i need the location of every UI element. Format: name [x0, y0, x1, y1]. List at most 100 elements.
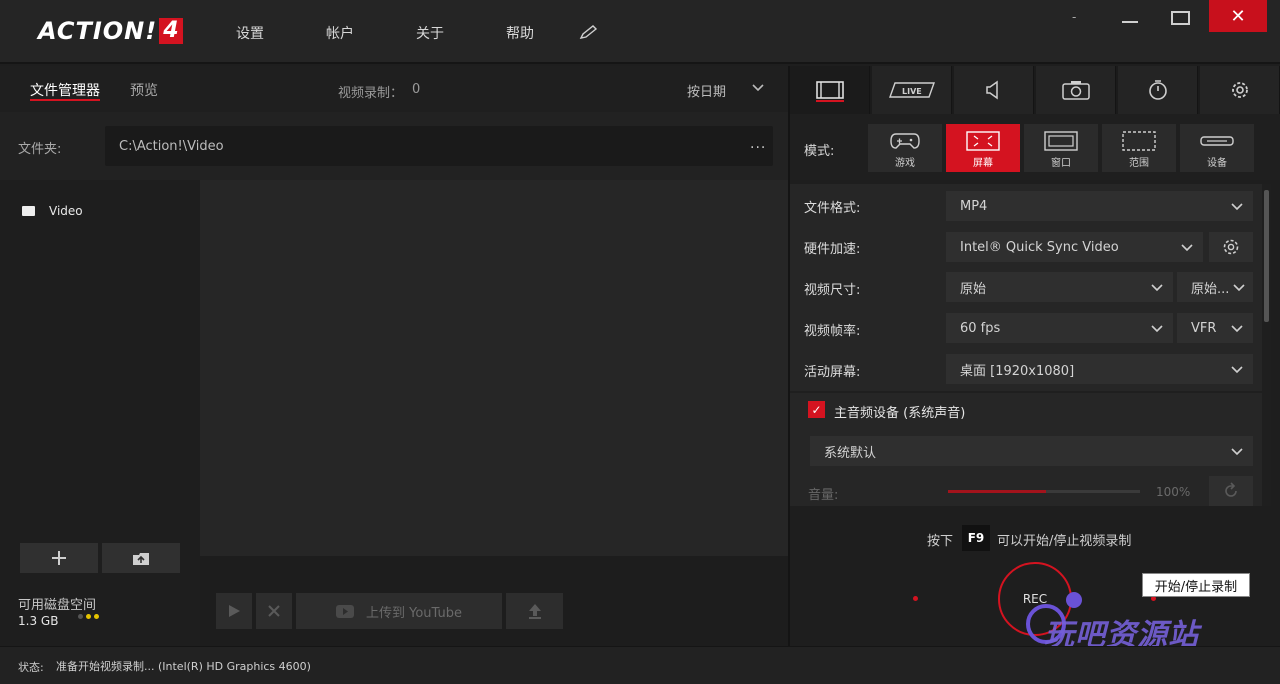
svg-text:LIVE: LIVE — [902, 87, 922, 96]
chevron-down-icon — [1181, 244, 1193, 252]
folder-path: C:\Action!\Video — [119, 139, 224, 154]
plus-icon — [52, 551, 66, 565]
scrollbar-thumb[interactable] — [1264, 190, 1269, 322]
audio-device-label: 主音频设备 (系统声音) — [834, 406, 966, 421]
mode-screen-button[interactable]: 屏幕 — [946, 124, 1020, 172]
region-icon — [1122, 131, 1156, 151]
open-folder-icon — [133, 553, 149, 565]
gear-icon — [1223, 239, 1239, 255]
title-bar — [0, 0, 1280, 64]
add-folder-button[interactable] — [20, 543, 98, 573]
mode-game-label: 游戏 — [895, 158, 915, 169]
file-list — [200, 180, 788, 556]
active-screen-label: 活动屏幕: — [804, 365, 861, 380]
upload-youtube-button[interactable]: 上传到 YouTube — [296, 593, 502, 629]
video-size-label: 视频尺寸: — [804, 283, 861, 298]
video-size-select[interactable]: 原始 — [946, 272, 1173, 302]
tab-screenshot[interactable] — [1036, 66, 1116, 114]
disk-dot — [86, 614, 91, 619]
gear-icon — [1231, 82, 1248, 98]
video-size-secondary-value: 原始... — [1191, 281, 1230, 297]
video-size-secondary-select[interactable]: 原始... — [1177, 272, 1253, 302]
disk-space-label: 可用磁盘空间 — [18, 598, 97, 613]
tab-video[interactable] — [790, 66, 870, 114]
status-label: 状态: — [18, 661, 44, 674]
frame-rate-select[interactable]: 60 fps — [946, 313, 1173, 343]
minimize-icon[interactable] — [1122, 21, 1138, 23]
menu-account[interactable]: 帐户 — [326, 23, 354, 43]
frame-rate-mode-value: VFR — [1191, 320, 1217, 336]
hw-accel-settings-button[interactable] — [1209, 232, 1253, 262]
volume-value: 100% — [1156, 485, 1191, 499]
upload-button[interactable] — [506, 593, 563, 629]
active-tab-underline — [30, 99, 100, 101]
tab-file-manager[interactable]: 文件管理器 — [30, 80, 100, 100]
section-divider — [790, 391, 1262, 393]
mode-window-label: 窗口 — [1051, 158, 1071, 169]
mode-device-button[interactable]: 设备 — [1180, 124, 1254, 172]
tab-live[interactable]: LIVE — [872, 66, 952, 114]
chevron-down-icon — [1151, 284, 1163, 292]
chevron-down-icon — [1233, 284, 1245, 292]
volume-slider-fill — [948, 490, 1046, 493]
tab-preview[interactable]: 预览 — [130, 80, 158, 100]
upload-icon — [528, 604, 541, 619]
record-tooltip: 开始/停止录制 — [1142, 573, 1250, 597]
app-logo: ACTION! 4 — [38, 16, 183, 46]
logo-number: 4 — [159, 18, 183, 44]
tab-timer[interactable] — [1118, 66, 1198, 114]
play-button[interactable] — [216, 593, 252, 629]
folder-browse-button[interactable]: ... — [750, 136, 766, 152]
mode-region-button[interactable]: 范围 — [1102, 124, 1176, 172]
volume-reset-button[interactable] — [1209, 476, 1253, 506]
sort-dropdown[interactable]: 按日期 — [687, 81, 726, 100]
gamepad-icon — [890, 133, 920, 149]
camera-icon — [1061, 81, 1090, 100]
mode-label: 模式: — [804, 144, 835, 159]
disk-indicator — [78, 614, 99, 619]
menu-help[interactable]: 帮助 — [506, 23, 534, 43]
film-icon — [815, 81, 844, 99]
active-screen-select[interactable]: 桌面 [1920x1080] — [946, 354, 1253, 384]
mode-window-button[interactable]: 窗口 — [1024, 124, 1098, 172]
open-folder-button[interactable] — [102, 543, 180, 573]
chevron-down-icon[interactable] — [751, 80, 765, 94]
audio-device-checkbox[interactable]: ✓ — [808, 401, 825, 418]
recording-count: 0 — [412, 82, 421, 97]
live-icon: LIVE — [888, 82, 935, 98]
mode-game-button[interactable]: 游戏 — [868, 124, 942, 172]
minimize-small-icon[interactable]: - — [1072, 10, 1088, 24]
audio-device-select[interactable]: 系统默认 — [810, 436, 1253, 466]
video-size-value: 原始 — [960, 281, 987, 297]
play-icon — [229, 605, 240, 617]
tab-settings[interactable] — [1200, 66, 1280, 114]
speaker-icon — [985, 80, 998, 100]
hotkey-badge: F9 — [962, 525, 990, 551]
disk-dot — [94, 614, 99, 619]
hw-accel-value: Intel® Quick Sync Video — [960, 239, 1119, 255]
disk-dot — [78, 614, 83, 619]
chevron-down-icon — [1151, 325, 1163, 333]
close-button[interactable]: ✕ — [1209, 0, 1267, 32]
delete-button[interactable] — [256, 593, 292, 629]
hw-accel-select[interactable]: Intel® Quick Sync Video — [946, 232, 1203, 262]
youtube-icon — [336, 604, 354, 618]
folder-tree — [0, 180, 200, 580]
tree-item-video[interactable]: Video — [49, 204, 83, 218]
file-format-select[interactable]: MP4 — [946, 191, 1253, 221]
chevron-down-icon — [1231, 448, 1243, 456]
pen-icon[interactable] — [579, 24, 599, 40]
reset-icon — [1225, 482, 1237, 497]
timer-icon — [1148, 80, 1167, 100]
menu-settings[interactable]: 设置 — [236, 23, 264, 43]
volume-label: 音量: — [808, 488, 839, 503]
frame-rate-label: 视频帧率: — [804, 324, 861, 339]
menu-about[interactable]: 关于 — [416, 23, 444, 43]
tab-audio[interactable] — [954, 66, 1034, 114]
frame-rate-mode-select[interactable]: VFR — [1177, 313, 1253, 343]
hotkey-hint-suffix: 可以开始/停止视频录制 — [997, 534, 1132, 549]
maximize-icon[interactable] — [1171, 11, 1190, 25]
recording-count-label: 视频录制： — [338, 86, 404, 101]
folder-icon — [22, 206, 35, 216]
logo-text: ACTION! — [38, 17, 158, 45]
